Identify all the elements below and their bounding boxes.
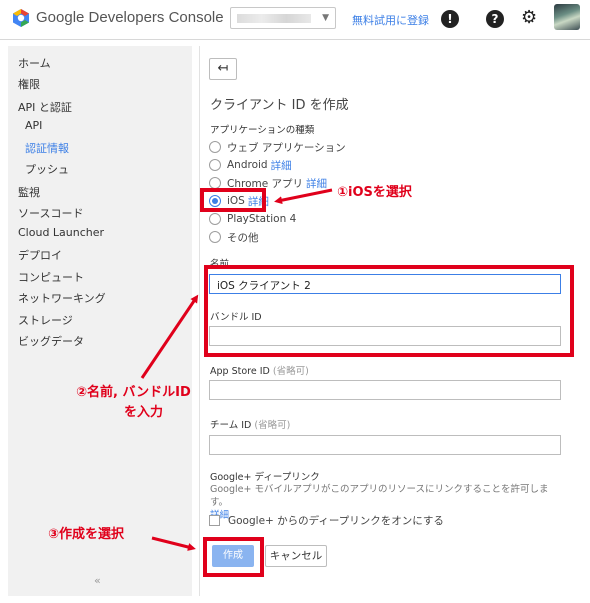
sidebar-item-permissions[interactable]: 権限 (18, 76, 40, 92)
radio-button[interactable] (209, 231, 221, 243)
deeplink-help-text: Google+ モバイルアプリがこのアプリのリソースにリンクすることを許可します… (210, 484, 549, 508)
app-store-id-label: App Store ID (省略可) (210, 363, 309, 377)
optional-note: (省略可) (254, 420, 291, 431)
highlight-create-box (203, 537, 264, 577)
back-button[interactable]: ↤ (209, 58, 237, 80)
radio-button[interactable] (209, 141, 221, 153)
android-details-link[interactable]: 詳細 (271, 158, 292, 173)
deeplink-checkbox-label: Google+ からのディープリンクをオンにする (228, 515, 444, 527)
annotation-step3: ③作成を選択 (48, 527, 125, 542)
top-header: Google Developers Console ▼ 無料試用に登録 ! ? … (0, 0, 590, 40)
chevron-down-icon: ▼ (322, 13, 329, 23)
avatar[interactable] (554, 4, 580, 30)
page-title: クライアント ID を作成 (210, 98, 349, 113)
sidebar-item-monitoring[interactable]: 監視 (18, 184, 40, 200)
radio-web-application[interactable]: ウェブ アプリケーション (209, 140, 346, 154)
radio-playstation4[interactable]: PlayStation 4 (209, 212, 296, 226)
free-trial-link[interactable]: 無料試用に登録 (352, 12, 429, 28)
radio-android[interactable]: Android 詳細 (209, 158, 292, 172)
sidebar-item-api[interactable]: API (25, 119, 42, 132)
sidebar-item-home[interactable]: ホーム (18, 55, 51, 71)
project-selector[interactable]: ▼ (230, 7, 336, 29)
sidebar: ホーム 権限 API と認証 API 認証情報 プッシュ 監視 ソースコード C… (8, 46, 192, 596)
brand-title[interactable]: Google Developers Console (36, 9, 224, 26)
notification-icon[interactable]: ! (441, 10, 459, 28)
sidebar-item-networking[interactable]: ネットワーキング (18, 290, 106, 306)
sidebar-item-api-auth[interactable]: API と認証 (18, 99, 72, 115)
highlight-name-bundle-box (204, 265, 574, 357)
radio-label: ウェブ アプリケーション (227, 141, 346, 154)
sidebar-item-credentials[interactable]: 認証情報 (25, 140, 69, 156)
team-id-text: チーム ID (210, 420, 252, 431)
radio-label: その他 (227, 231, 259, 244)
chrome-details-link[interactable]: 詳細 (306, 176, 327, 191)
sidebar-item-cloud-launcher[interactable]: Cloud Launcher (18, 226, 104, 239)
deeplink-checkbox[interactable] (209, 515, 220, 526)
team-id-field[interactable] (209, 435, 561, 455)
highlight-ios-box (200, 188, 266, 212)
project-name-redacted (237, 14, 311, 23)
team-id-label: チーム ID (省略可) (210, 417, 290, 431)
sidebar-item-deploy[interactable]: デプロイ (18, 247, 62, 263)
radio-button[interactable] (209, 213, 221, 225)
app-store-id-text: App Store ID (210, 366, 270, 377)
sidebar-item-source-code[interactable]: ソースコード (18, 205, 83, 221)
deeplink-checkbox-row[interactable]: Google+ からのディープリンクをオンにする (209, 513, 444, 528)
app-store-id-field[interactable] (209, 380, 561, 400)
gear-icon[interactable]: ⚙ (521, 8, 537, 28)
annotation-step2-line2: を入力 (124, 405, 164, 420)
deeplink-label: Google+ ディープリンク (210, 472, 320, 483)
radio-label: PlayStation 4 (227, 213, 297, 225)
sidebar-item-push[interactable]: プッシュ (25, 161, 69, 177)
annotation-step2-line1: ②名前, バンドルID (76, 385, 191, 400)
optional-note: (省略可) (272, 366, 309, 377)
sidebar-item-storage[interactable]: ストレージ (18, 312, 73, 328)
google-cloud-logo[interactable] (11, 8, 31, 28)
annotation-step1: ①iOSを選択 (337, 185, 412, 200)
radio-label: Android (227, 159, 268, 171)
collapse-sidebar-icon[interactable]: « (94, 574, 101, 587)
radio-other[interactable]: その他 (209, 230, 259, 244)
sidebar-item-bigdata[interactable]: ビッグデータ (18, 333, 84, 349)
sidebar-item-compute[interactable]: コンピュート (18, 269, 84, 285)
radio-button[interactable] (209, 159, 221, 171)
help-icon[interactable]: ? (486, 10, 504, 28)
cancel-button[interactable]: キャンセル (265, 545, 327, 567)
app-type-label: アプリケーションの種類 (210, 125, 315, 136)
